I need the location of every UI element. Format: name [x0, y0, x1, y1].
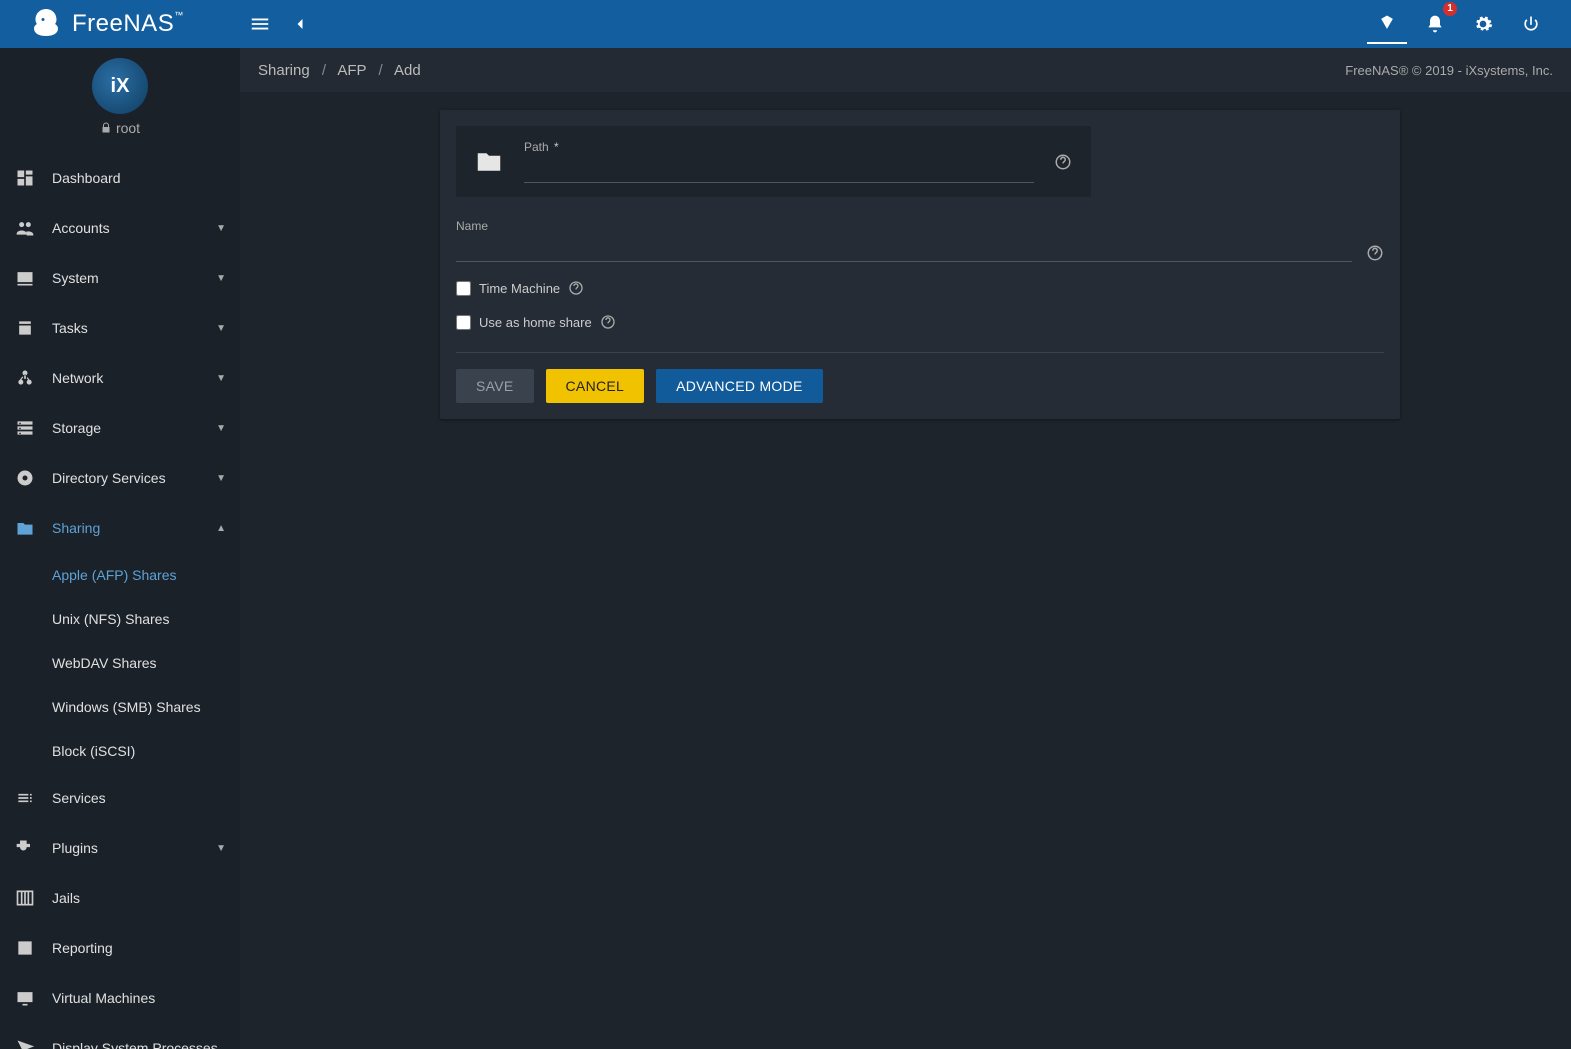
theme-icon[interactable]: [1367, 4, 1407, 44]
help-icon[interactable]: [1054, 153, 1072, 171]
sidebar-item-services[interactable]: Services: [0, 773, 240, 823]
sidebar-sharing-submenu: Apple (AFP) Shares Unix (NFS) Shares Web…: [0, 553, 240, 773]
chevron-down-icon: ▼: [216, 843, 226, 854]
save-button[interactable]: SAVE: [456, 369, 534, 403]
sidebar-item-dashboard[interactable]: Dashboard: [0, 153, 240, 203]
path-input[interactable]: [524, 158, 1034, 183]
chevron-down-icon: ▼: [216, 473, 226, 484]
lock-icon: [100, 122, 112, 134]
sidebar-item-sharing[interactable]: Sharing ▲: [0, 503, 240, 553]
sidebar-item-network[interactable]: Network ▼: [0, 353, 240, 403]
notification-badge: 1: [1443, 2, 1457, 16]
help-icon[interactable]: [568, 280, 584, 296]
settings-button[interactable]: [1463, 4, 1503, 44]
help-icon[interactable]: [600, 314, 616, 330]
avatar: iX: [92, 58, 148, 114]
time-machine-label: Time Machine: [479, 281, 560, 296]
advanced-mode-button[interactable]: ADVANCED MODE: [656, 369, 823, 403]
chevron-up-icon: ▲: [216, 523, 226, 534]
sidebar-subitem-smb[interactable]: Windows (SMB) Shares: [0, 685, 240, 729]
sidebar-item-processes[interactable]: Display System Processes: [0, 1023, 240, 1049]
sidebar-item-plugins[interactable]: Plugins ▼: [0, 823, 240, 873]
jails-icon: [14, 887, 36, 909]
sidebar-item-system[interactable]: System ▼: [0, 253, 240, 303]
network-icon: [14, 367, 36, 389]
chevron-down-icon: ▼: [216, 223, 226, 234]
cancel-button[interactable]: CANCEL: [546, 369, 645, 403]
sidebar-item-tasks[interactable]: Tasks ▼: [0, 303, 240, 353]
chevron-down-icon: ▼: [216, 373, 226, 384]
user-block: iX root: [0, 48, 240, 153]
sidebar-subitem-webdav[interactable]: WebDAV Shares: [0, 641, 240, 685]
system-icon: [14, 267, 36, 289]
sidebar: iX root Dashboard Accounts ▼ System ▼ Ta…: [0, 48, 240, 1049]
path-label: Path *: [524, 140, 1034, 154]
brand-text: FreeNAS™: [72, 10, 184, 38]
name-input[interactable]: [456, 237, 1352, 262]
dashboard-icon: [14, 167, 36, 189]
breadcrumb-sharing[interactable]: Sharing: [258, 62, 310, 79]
directory-icon: [14, 467, 36, 489]
accounts-icon: [14, 217, 36, 239]
help-icon[interactable]: [1366, 244, 1384, 262]
breadcrumb-bar: Sharing / AFP / Add FreeNAS® © 2019 - iX…: [240, 48, 1571, 92]
sidebar-item-storage[interactable]: Storage ▼: [0, 403, 240, 453]
power-button[interactable]: [1511, 4, 1551, 44]
sidebar-item-jails[interactable]: Jails: [0, 873, 240, 923]
breadcrumb: Sharing / AFP / Add: [258, 62, 421, 79]
user-name: root: [100, 120, 140, 136]
topbar: FreeNAS™ 1: [0, 0, 1571, 48]
path-block: Path *: [456, 126, 1091, 197]
logo-icon: [28, 6, 64, 42]
breadcrumb-add: Add: [394, 62, 421, 79]
name-label: Name: [456, 219, 1352, 233]
storage-icon: [14, 417, 36, 439]
form-card: Path * Name: [440, 110, 1400, 419]
processes-icon: [14, 1037, 36, 1049]
copyright-text: FreeNAS® © 2019 - iXsystems, Inc.: [1345, 63, 1553, 78]
services-icon: [14, 787, 36, 809]
sharing-icon: [14, 517, 36, 539]
menu-toggle-button[interactable]: [240, 4, 280, 44]
chevron-down-icon: ▼: [216, 323, 226, 334]
folder-icon[interactable]: [474, 147, 504, 177]
chevron-down-icon: ▼: [216, 423, 226, 434]
sidebar-subitem-iscsi[interactable]: Block (iSCSI): [0, 729, 240, 773]
home-share-label: Use as home share: [479, 315, 592, 330]
vm-icon: [14, 987, 36, 1009]
home-share-checkbox[interactable]: [456, 315, 471, 330]
reporting-icon: [14, 937, 36, 959]
sidebar-collapse-button[interactable]: [280, 4, 320, 44]
sidebar-item-reporting[interactable]: Reporting: [0, 923, 240, 973]
sidebar-subitem-nfs[interactable]: Unix (NFS) Shares: [0, 597, 240, 641]
sidebar-item-accounts[interactable]: Accounts ▼: [0, 203, 240, 253]
notifications-button[interactable]: 1: [1415, 4, 1455, 44]
sidebar-item-directory-services[interactable]: Directory Services ▼: [0, 453, 240, 503]
chevron-down-icon: ▼: [216, 273, 226, 284]
breadcrumb-afp[interactable]: AFP: [337, 62, 366, 79]
sidebar-item-vms[interactable]: Virtual Machines: [0, 973, 240, 1023]
sidebar-subitem-afp[interactable]: Apple (AFP) Shares: [0, 553, 240, 597]
time-machine-checkbox[interactable]: [456, 281, 471, 296]
plugins-icon: [14, 837, 36, 859]
logo-area: FreeNAS™: [8, 6, 240, 42]
tasks-icon: [14, 317, 36, 339]
